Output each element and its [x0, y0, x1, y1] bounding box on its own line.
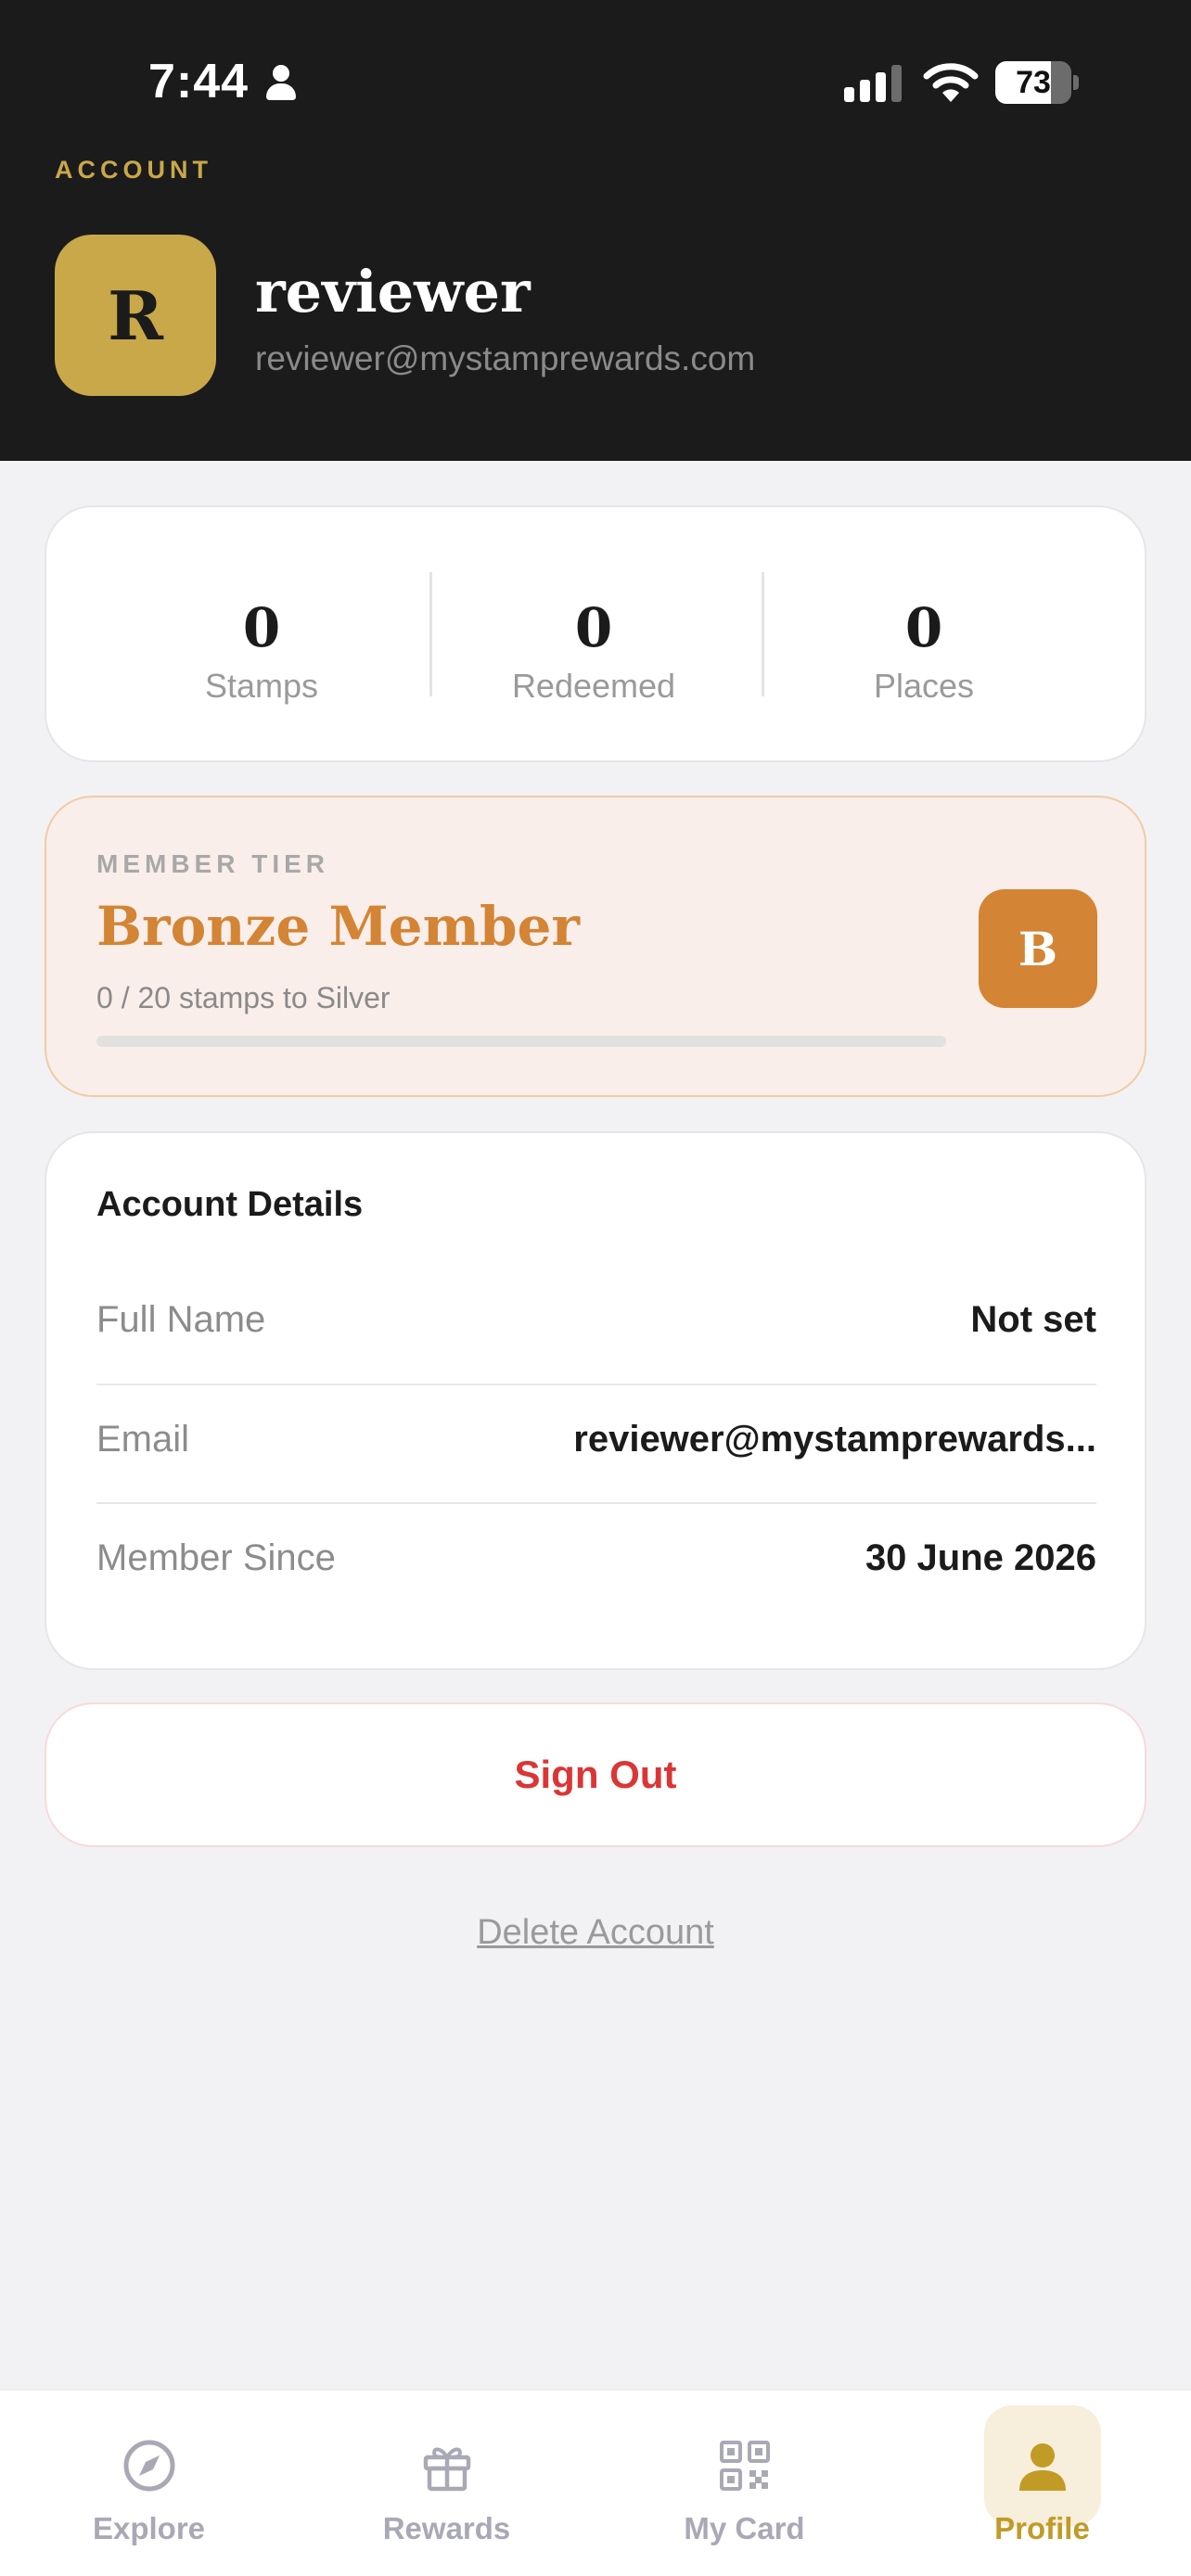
detail-row-full-name: Full Name Not set: [96, 1264, 1096, 1383]
person-icon: [1019, 2443, 1066, 2491]
stat-label: Places: [873, 667, 975, 705]
qr-code-icon: [720, 2441, 770, 2491]
user-name: reviewer: [255, 258, 531, 325]
detail-value: 30 June 2026: [864, 1537, 1096, 1578]
tab-my-card[interactable]: My Card: [596, 2391, 893, 2576]
stat-value: 0: [242, 596, 281, 659]
tab-rewards[interactable]: Rewards: [298, 2391, 596, 2576]
gift-icon: [423, 2447, 471, 2492]
detail-value: reviewer@mystamprewards...: [573, 1419, 1096, 1460]
sign-out-button[interactable]: Sign Out: [45, 1702, 1146, 1847]
tier-progress-text: 0 / 20 stamps to Silver: [96, 981, 391, 1014]
detail-key: Member Since: [96, 1537, 336, 1578]
status-time: 7:44: [148, 55, 250, 108]
stat-stamps: 0 Stamps: [96, 507, 427, 760]
user-email: reviewer@mystamprewards.com: [255, 339, 756, 377]
member-tier-card: MEMBER TIER Bronze Member 0 / 20 stamps …: [45, 796, 1146, 1097]
wifi-icon: [923, 63, 979, 102]
detail-key: Email: [96, 1419, 190, 1460]
tab-bar: Explore Rewards My Card Profile: [0, 2389, 1191, 2576]
tab-label: Explore: [92, 2511, 206, 2545]
battery-level: 73: [1016, 65, 1051, 100]
tab-label: My Card: [684, 2511, 805, 2545]
status-bar: 7:44 73: [0, 0, 1191, 139]
stat-value: 0: [904, 596, 943, 659]
detail-row-email: Email reviewer@mystamprewards...: [96, 1384, 1096, 1502]
tier-badge: B: [979, 889, 1097, 1008]
stat-label: Redeemed: [511, 667, 676, 705]
tab-label: Rewards: [382, 2511, 511, 2545]
section-label: ACCOUNT: [55, 156, 212, 184]
tier-progress-bar: [96, 1036, 946, 1047]
tab-label: Profile: [994, 2511, 1090, 2545]
battery-icon: 73: [995, 61, 1079, 104]
tab-explore[interactable]: Explore: [0, 2391, 298, 2576]
stat-places: 0 Places: [759, 507, 1089, 760]
stat-value: 0: [574, 596, 613, 659]
account-details-card: Account Details Full Name Not set Email …: [45, 1131, 1146, 1670]
detail-row-member-since: Member Since 30 June 2026: [96, 1502, 1096, 1621]
stat-redeemed: 0 Redeemed: [429, 507, 759, 760]
account-details-title: Account Details: [96, 1185, 364, 1224]
cellular-signal-icon: [844, 65, 903, 102]
compass-icon: [123, 2440, 175, 2492]
stat-label: Stamps: [204, 667, 319, 705]
detail-key: Full Name: [96, 1299, 266, 1340]
tab-profile[interactable]: Profile: [893, 2391, 1191, 2576]
stats-card: 0 Stamps 0 Redeemed 0 Places: [45, 505, 1146, 762]
avatar: R: [55, 235, 216, 396]
tier-name: Bronze Member: [96, 895, 580, 958]
person-status-icon: [264, 65, 298, 102]
tier-label: MEMBER TIER: [96, 849, 329, 878]
delete-account-link[interactable]: Delete Account: [0, 1913, 1191, 1953]
delete-account-label[interactable]: Delete Account: [477, 1913, 714, 1952]
detail-value: Not set: [970, 1299, 1096, 1340]
profile-header: 7:44 73 ACCOUNT R reviewer reviewer@myst…: [0, 0, 1191, 461]
